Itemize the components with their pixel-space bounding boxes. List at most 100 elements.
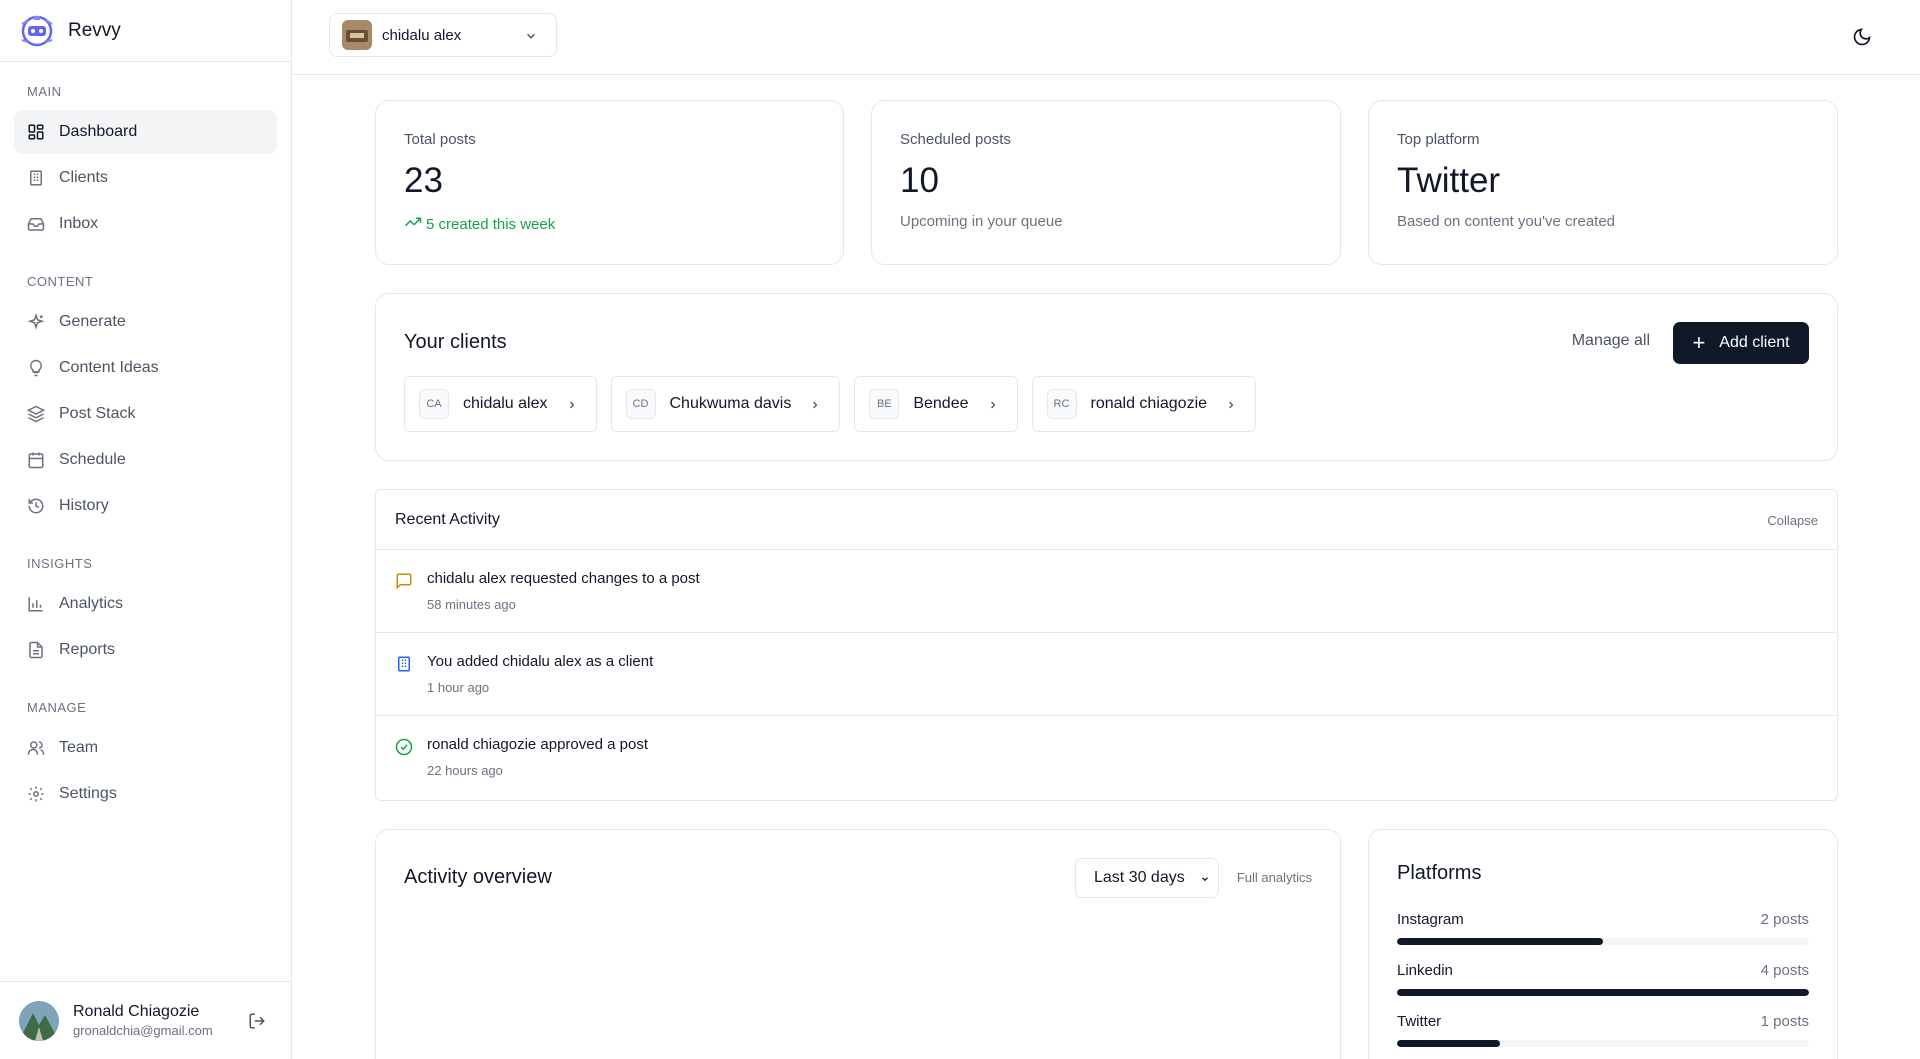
logout-icon[interactable]: [248, 1012, 266, 1030]
building-icon: [395, 655, 413, 673]
sidebar-item-analytics[interactable]: Analytics: [14, 582, 277, 626]
file-text-icon: [27, 641, 45, 659]
sidebar-item-label: Analytics: [59, 595, 124, 612]
clients-card: Your clients Manage all + Add client CA …: [375, 293, 1838, 461]
platform-count: 1 posts: [1760, 1013, 1809, 1030]
activity-overview-title: Activity overview: [404, 866, 552, 888]
recent-activity-card: Recent Activity Collapse chidalu alex re…: [375, 489, 1838, 801]
date-range-select[interactable]: Last 30 days: [1075, 858, 1219, 898]
activity-time: 58 minutes ago: [427, 597, 516, 612]
sidebar-item-label: Settings: [59, 785, 117, 802]
sidebar-item-label: Content Ideas: [59, 359, 159, 376]
user-profile[interactable]: Ronald Chiagozie gronaldchia@gmail.com: [0, 981, 292, 1059]
manage-all-link[interactable]: Manage all: [1572, 332, 1650, 350]
history-icon: [27, 497, 45, 515]
recent-activity-title: Recent Activity: [395, 511, 500, 528]
sidebar-item-label: Generate: [59, 313, 126, 330]
sidebar-item-clients[interactable]: Clients: [14, 156, 277, 200]
selected-client-name: chidalu alex: [382, 26, 462, 44]
stat-label: Top platform: [1397, 131, 1480, 148]
platform-row: Instagram 2 posts: [1397, 911, 1809, 945]
stat-value: 10: [900, 161, 939, 200]
client-chip[interactable]: CD Chukwuma davis: [610, 376, 841, 432]
add-client-label: Add client: [1719, 334, 1790, 351]
section-label-manage: MANAGE: [27, 700, 87, 715]
sidebar-item-team[interactable]: Team: [14, 726, 277, 770]
activity-text: ronald chiagozie approved a post: [427, 736, 648, 753]
sidebar-item-post-stack[interactable]: Post Stack: [14, 392, 277, 436]
platforms-card: Platforms Instagram 2 posts Linkedin 4 p…: [1368, 829, 1838, 1059]
client-name: ronald chiagozie: [1090, 395, 1208, 412]
user-name: Ronald Chiagozie: [73, 1002, 200, 1020]
activity-item: ronald chiagozie approved a post 22 hour…: [376, 716, 1837, 799]
trending-up-icon: [404, 213, 426, 235]
sidebar-item-settings[interactable]: Settings: [14, 772, 277, 816]
sidebar-item-label: Reports: [59, 641, 116, 658]
dashboard-icon: [27, 123, 45, 141]
sidebar-item-content-ideas[interactable]: Content Ideas: [14, 346, 277, 390]
sidebar-item-label: Schedule: [59, 451, 126, 468]
sparkles-icon: [27, 313, 45, 331]
topbar: chidalu alex: [292, 0, 1920, 75]
full-analytics-link[interactable]: Full analytics: [1237, 870, 1312, 885]
activity-text: You added chidalu alex as a client: [427, 653, 654, 670]
stat-note: Based on content you've created: [1397, 213, 1616, 230]
avatar: [19, 1000, 59, 1041]
activity-item: chidalu alex requested changes to a post…: [376, 550, 1837, 633]
platform-bar-fill: [1397, 989, 1809, 996]
stat-card-scheduled-posts: Scheduled posts 10 Upcoming in your queu…: [871, 100, 1341, 265]
activity-item: You added chidalu alex as a client 1 hou…: [376, 633, 1837, 716]
sidebar-item-history[interactable]: History: [14, 484, 277, 528]
sidebar-item-label: Inbox: [59, 215, 99, 232]
bar-chart-icon: [27, 595, 45, 613]
chevron-right-icon: [1225, 398, 1237, 410]
sidebar-item-reports[interactable]: Reports: [14, 628, 277, 672]
stat-value: Twitter: [1397, 161, 1501, 200]
stat-note-text: 5 created this week: [426, 215, 556, 233]
collapse-button[interactable]: Collapse: [1767, 513, 1818, 528]
sidebar-item-schedule[interactable]: Schedule: [14, 438, 277, 482]
platform-bar-track: [1397, 938, 1809, 945]
sidebar: Revvy MAIN Dashboard Clients Inbox CONTE…: [0, 0, 292, 1059]
platform-count: 4 posts: [1760, 962, 1809, 979]
client-chip[interactable]: BE Bendee: [854, 376, 1018, 432]
sidebar-item-inbox[interactable]: Inbox: [14, 202, 277, 246]
client-avatar: [342, 20, 372, 50]
platform-row: Linkedin 4 posts: [1397, 962, 1809, 996]
lightbulb-icon: [27, 359, 45, 377]
platform-name: Instagram: [1397, 911, 1464, 928]
sidebar-item-label: History: [59, 497, 109, 514]
moon-icon[interactable]: [1852, 27, 1872, 47]
brand[interactable]: Revvy: [0, 0, 291, 62]
platform-count: 2 posts: [1760, 911, 1809, 928]
chevron-right-icon: [809, 398, 821, 410]
stat-card-top-platform: Top platform Twitter Based on content yo…: [1368, 100, 1838, 265]
sidebar-item-label: Clients: [59, 169, 108, 186]
stat-label: Scheduled posts: [900, 131, 1011, 148]
stat-value: 23: [404, 161, 443, 200]
add-client-button[interactable]: + Add client: [1673, 322, 1809, 364]
client-switcher[interactable]: chidalu alex: [329, 13, 557, 57]
gear-icon: [27, 785, 45, 803]
brand-name: Revvy: [68, 19, 121, 41]
sidebar-item-dashboard[interactable]: Dashboard: [14, 110, 277, 154]
date-range-value: Last 30 days: [1094, 869, 1185, 886]
calendar-icon: [27, 451, 45, 469]
client-initials: CA: [419, 389, 449, 419]
platform-bar-track: [1397, 989, 1809, 996]
inbox-icon: [27, 215, 45, 233]
client-chip[interactable]: RC ronald chiagozie: [1031, 376, 1257, 432]
activity-text: chidalu alex requested changes to a post: [427, 570, 700, 587]
activity-time: 22 hours ago: [427, 763, 503, 778]
chevron-right-icon: [987, 398, 999, 410]
section-label-insights: INSIGHTS: [27, 556, 93, 571]
client-chip[interactable]: CA chidalu alex: [404, 376, 597, 432]
chevron-down-icon: [524, 29, 538, 43]
sidebar-item-generate[interactable]: Generate: [14, 300, 277, 344]
platform-name: Linkedin: [1397, 962, 1453, 979]
sidebar-item-label: Post Stack: [59, 405, 136, 422]
check-circle-icon: [395, 738, 413, 756]
chevron-down-icon: [1202, 877, 1208, 882]
sidebar-item-label: Dashboard: [59, 123, 138, 140]
sidebar-item-label: Team: [59, 739, 99, 756]
